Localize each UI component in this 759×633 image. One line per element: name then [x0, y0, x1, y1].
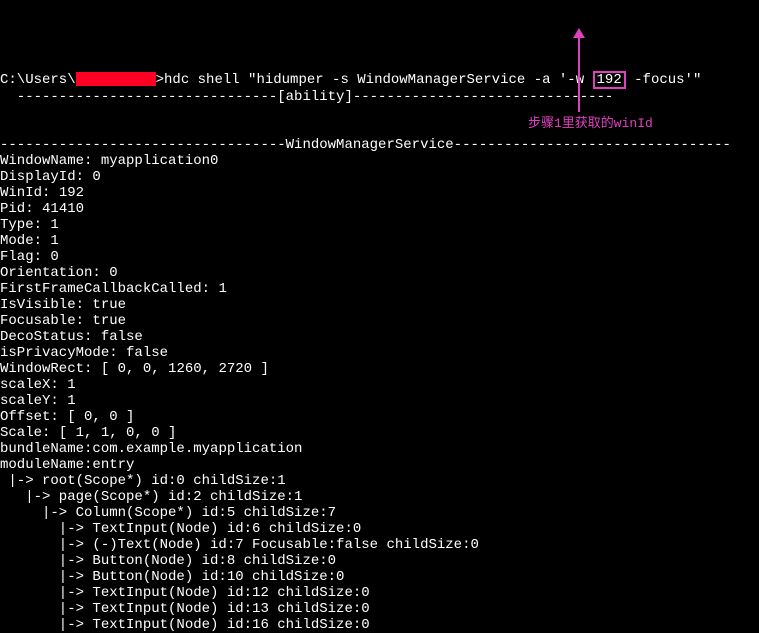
prop-pid: Pid: 41410: [0, 201, 84, 217]
prop-windowrect: WindowRect: [ 0, 0, 1260, 2720 ]: [0, 361, 269, 377]
prop-winid: WinId: 192: [0, 185, 84, 201]
annotation-text: 步骤1里获取的winId: [528, 116, 653, 132]
tree-line: |-> TextInput(Node) id:6 childSize:0: [0, 521, 361, 537]
prop-isvisible: IsVisible: true: [0, 297, 126, 313]
tree-line: |-> TextInput(Node) id:12 childSize:0: [0, 585, 370, 601]
divider-ability: -------------------------------[ability]…: [0, 89, 613, 105]
redacted-username: [76, 72, 156, 86]
tree-line: |-> Button(Node) id:8 childSize:0: [0, 553, 336, 569]
prop-focusable: Focusable: true: [0, 313, 126, 329]
prop-windowname: WindowName: myapplication0: [0, 153, 218, 169]
prop-decostatus: DecoStatus: false: [0, 329, 143, 345]
tree-line: |-> Column(Scope*) id:5 childSize:7: [0, 505, 336, 521]
prop-modulename: moduleName:entry: [0, 457, 134, 473]
prompt-suffix: >: [156, 72, 164, 88]
command-before: hdc shell "hidumper -s WindowManagerServ…: [164, 72, 592, 88]
prompt-prefix: C:\Users\: [0, 72, 76, 88]
prop-orientation: Orientation: 0: [0, 265, 118, 281]
prop-displayid: DisplayId: 0: [0, 169, 101, 185]
prop-type: Type: 1: [0, 217, 59, 233]
command-after: -focus'": [626, 72, 702, 88]
tree-line: |-> Button(Node) id:10 childSize:0: [0, 569, 344, 585]
prop-scaley: scaleY: 1: [0, 393, 76, 409]
prop-offset: Offset: [ 0, 0 ]: [0, 409, 134, 425]
tree-line: |-> TextInput(Node) id:13 childSize:0: [0, 601, 370, 617]
tree-line: |-> TextInput(Node) id:16 childSize:0: [0, 617, 370, 633]
prop-scale: Scale: [ 1, 1, 0, 0 ]: [0, 425, 176, 441]
prop-isprivacy: isPrivacyMode: false: [0, 345, 168, 361]
tree-line: |-> root(Scope*) id:0 childSize:1: [0, 473, 286, 489]
prop-firstframe: FirstFrameCallbackCalled: 1: [0, 281, 227, 297]
prop-flag: Flag: 0: [0, 249, 59, 265]
tree-line: |-> (-)Text(Node) id:7 Focusable:false c…: [0, 537, 479, 553]
prop-mode: Mode: 1: [0, 233, 59, 249]
annotation-arrow: [578, 30, 580, 112]
highlighted-winid: 192: [593, 71, 626, 89]
tree-line: |-> page(Scope*) id:2 childSize:1: [0, 489, 302, 505]
divider-service: ----------------------------------Window…: [0, 137, 731, 153]
terminal-output: C:\Users\ >hdc shell "hidumper -s WindowM…: [0, 72, 731, 633]
prop-bundlename: bundleName:com.example.myapplication: [0, 441, 302, 457]
prop-scalex: scaleX: 1: [0, 377, 76, 393]
